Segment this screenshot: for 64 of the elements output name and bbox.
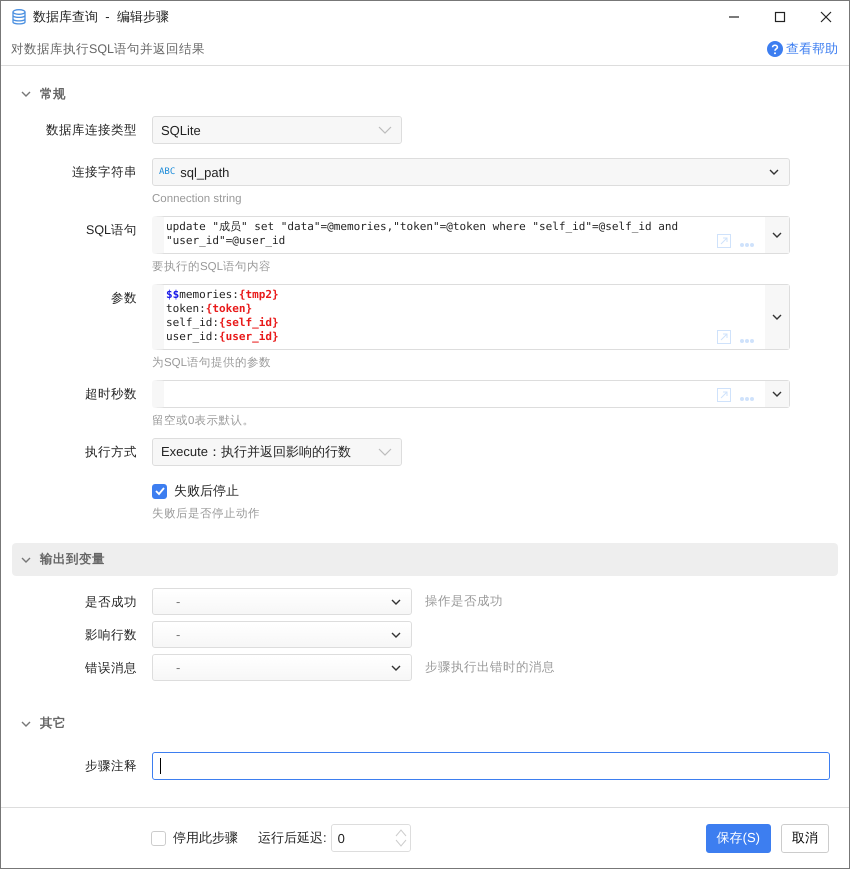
section-title: 输出到变量 xyxy=(40,551,105,568)
more-icon xyxy=(739,338,755,344)
field-label: SQL语句 xyxy=(86,223,137,237)
close-icon xyxy=(820,11,832,23)
help-link[interactable]: 查看帮助 xyxy=(767,40,838,58)
field-hint: 留空或0表示默认。 xyxy=(152,414,256,428)
checkbox[interactable] xyxy=(151,830,166,846)
field-label: 连接字符串 xyxy=(72,165,137,179)
number-field[interactable]: 0 xyxy=(330,824,411,852)
field-label: 参数 xyxy=(111,291,137,305)
more-icon xyxy=(739,396,755,402)
code-editor[interactable]: update "成员" set "data"=@memories,"token"=@token where "self_id"=@self_id and "user_id"=@user_id xyxy=(152,216,790,254)
field-label: 执行方式 xyxy=(85,445,137,459)
help-icon xyxy=(767,41,783,57)
field-value: sql_path xyxy=(180,164,230,180)
expand-icon xyxy=(717,234,731,248)
field-note: 操作是否成功 xyxy=(425,593,503,610)
section-title: 常规 xyxy=(40,86,66,102)
field-hint: Connection string xyxy=(152,192,242,206)
checkbox-label: 失败后停止 xyxy=(174,482,239,500)
field-label: 步骤注释 xyxy=(85,759,137,773)
code-line: $$memories:{tmp2} xyxy=(166,288,280,302)
database-icon xyxy=(12,9,26,25)
checkbox-label: 停用此步骤 xyxy=(173,829,238,847)
field-note: 步骤执行出错时的消息 xyxy=(425,659,555,676)
save-button[interactable]: 保存(S) xyxy=(706,824,771,852)
field-label: 错误消息 xyxy=(85,661,137,675)
code-line: user_id:{user_id} xyxy=(166,330,280,344)
code-line: self_id:{self_id} xyxy=(166,316,280,330)
expand-icon xyxy=(717,388,731,402)
window-title: 数据库查询 - 编辑步骤 xyxy=(33,8,169,26)
field-hint: 要执行的SQL语句内容 xyxy=(152,260,272,274)
more-icon xyxy=(739,242,755,248)
section-title: 其它 xyxy=(40,715,66,732)
code-line: token:{token} xyxy=(166,302,254,316)
check-icon xyxy=(154,485,166,497)
code-line: update "成员" set "data"=@memories,"token"=@token where "self_id"=@self_id and xyxy=(166,220,680,234)
dropdown[interactable]: SQLite xyxy=(152,116,402,144)
field-label: 影响行数 xyxy=(85,628,137,642)
dropdown[interactable]: Execute：执行并返回影响的行数 xyxy=(152,438,402,466)
field-hint: 为SQL语句提供的参数 xyxy=(152,356,272,370)
dropdown[interactable]: - xyxy=(152,588,412,615)
dropdown-button[interactable] xyxy=(765,217,789,253)
field-hint: 失败后是否停止动作 xyxy=(152,507,261,521)
text-field[interactable] xyxy=(152,752,830,780)
cancel-button[interactable]: 取消 xyxy=(781,824,829,852)
dropdown-button[interactable] xyxy=(765,381,789,407)
field-label: 数据库连接类型 xyxy=(46,123,137,137)
checkbox[interactable] xyxy=(152,484,167,498)
delay-label: 运行后延迟: xyxy=(258,829,327,847)
field-label: 超时秒数 xyxy=(85,387,137,401)
dropdown[interactable]: - xyxy=(152,621,412,648)
code-editor[interactable]: $$memories:{tmp2} token:{token} self_id:{self_id} user_id:{user_id} xyxy=(152,284,790,350)
field-label: 是否成功 xyxy=(85,595,137,609)
text-cursor xyxy=(160,758,161,774)
dropdown[interactable]: - xyxy=(152,654,412,681)
code-editor[interactable] xyxy=(152,380,790,408)
text-field[interactable]: ABC sql_path xyxy=(152,158,790,186)
code-line: "user_id"=@user_id xyxy=(166,234,286,248)
description-text: 对数据库执行SQL语句并返回结果 xyxy=(11,40,206,58)
maximize-icon xyxy=(774,11,786,23)
expand-icon xyxy=(717,330,731,344)
spinner-arrows-icon xyxy=(394,827,407,849)
text-type-label: ABC xyxy=(159,167,176,177)
